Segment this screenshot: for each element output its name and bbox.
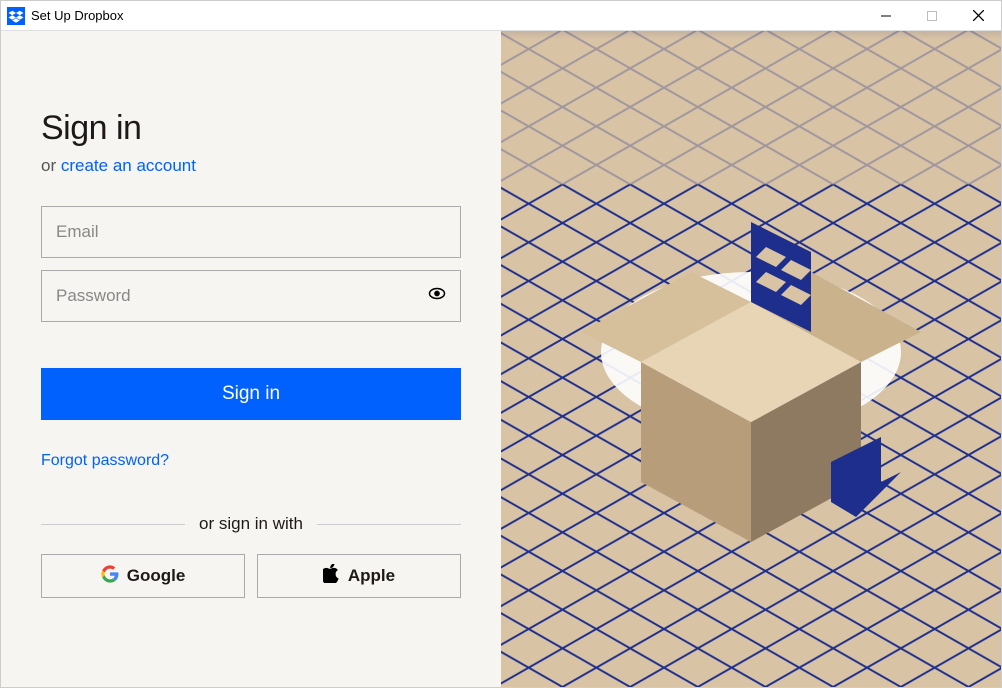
content: Sign in or create an account Sign in For… <box>1 31 1001 687</box>
signin-button[interactable]: Sign in <box>41 368 461 420</box>
divider-line-right <box>317 524 461 525</box>
titlebar: Set Up Dropbox <box>1 1 1001 31</box>
email-field-wrap <box>41 206 461 258</box>
app-window: Set Up Dropbox Sign in or create an acco… <box>0 0 1002 688</box>
oauth-divider: or sign in with <box>41 514 461 534</box>
oauth-buttons: Google Apple <box>41 554 461 598</box>
box-illustration <box>581 182 921 562</box>
close-button[interactable] <box>955 1 1001 31</box>
apple-icon <box>323 564 340 588</box>
divider-text: or sign in with <box>185 514 317 534</box>
minimize-button[interactable] <box>863 1 909 31</box>
password-field-wrap <box>41 270 461 322</box>
divider-line-left <box>41 524 185 525</box>
google-button[interactable]: Google <box>41 554 245 598</box>
google-label: Google <box>127 566 186 586</box>
apple-label: Apple <box>348 566 395 586</box>
google-icon <box>101 565 119 588</box>
page-title: Sign in <box>41 109 461 148</box>
window-title: Set Up Dropbox <box>31 8 124 23</box>
password-field[interactable] <box>41 270 461 322</box>
or-text: or <box>41 156 61 175</box>
signin-panel: Sign in or create an account Sign in For… <box>1 31 501 687</box>
email-field[interactable] <box>41 206 461 258</box>
signin-form: Sign in Forgot password? or sign in with… <box>41 206 461 598</box>
forgot-password-link[interactable]: Forgot password? <box>41 452 169 470</box>
maximize-button <box>909 1 955 31</box>
create-account-line: or create an account <box>41 156 461 176</box>
show-password-icon[interactable] <box>427 284 447 309</box>
create-account-link[interactable]: create an account <box>61 156 196 175</box>
illustration-panel <box>501 31 1001 687</box>
dropbox-icon <box>7 7 25 25</box>
apple-button[interactable]: Apple <box>257 554 461 598</box>
